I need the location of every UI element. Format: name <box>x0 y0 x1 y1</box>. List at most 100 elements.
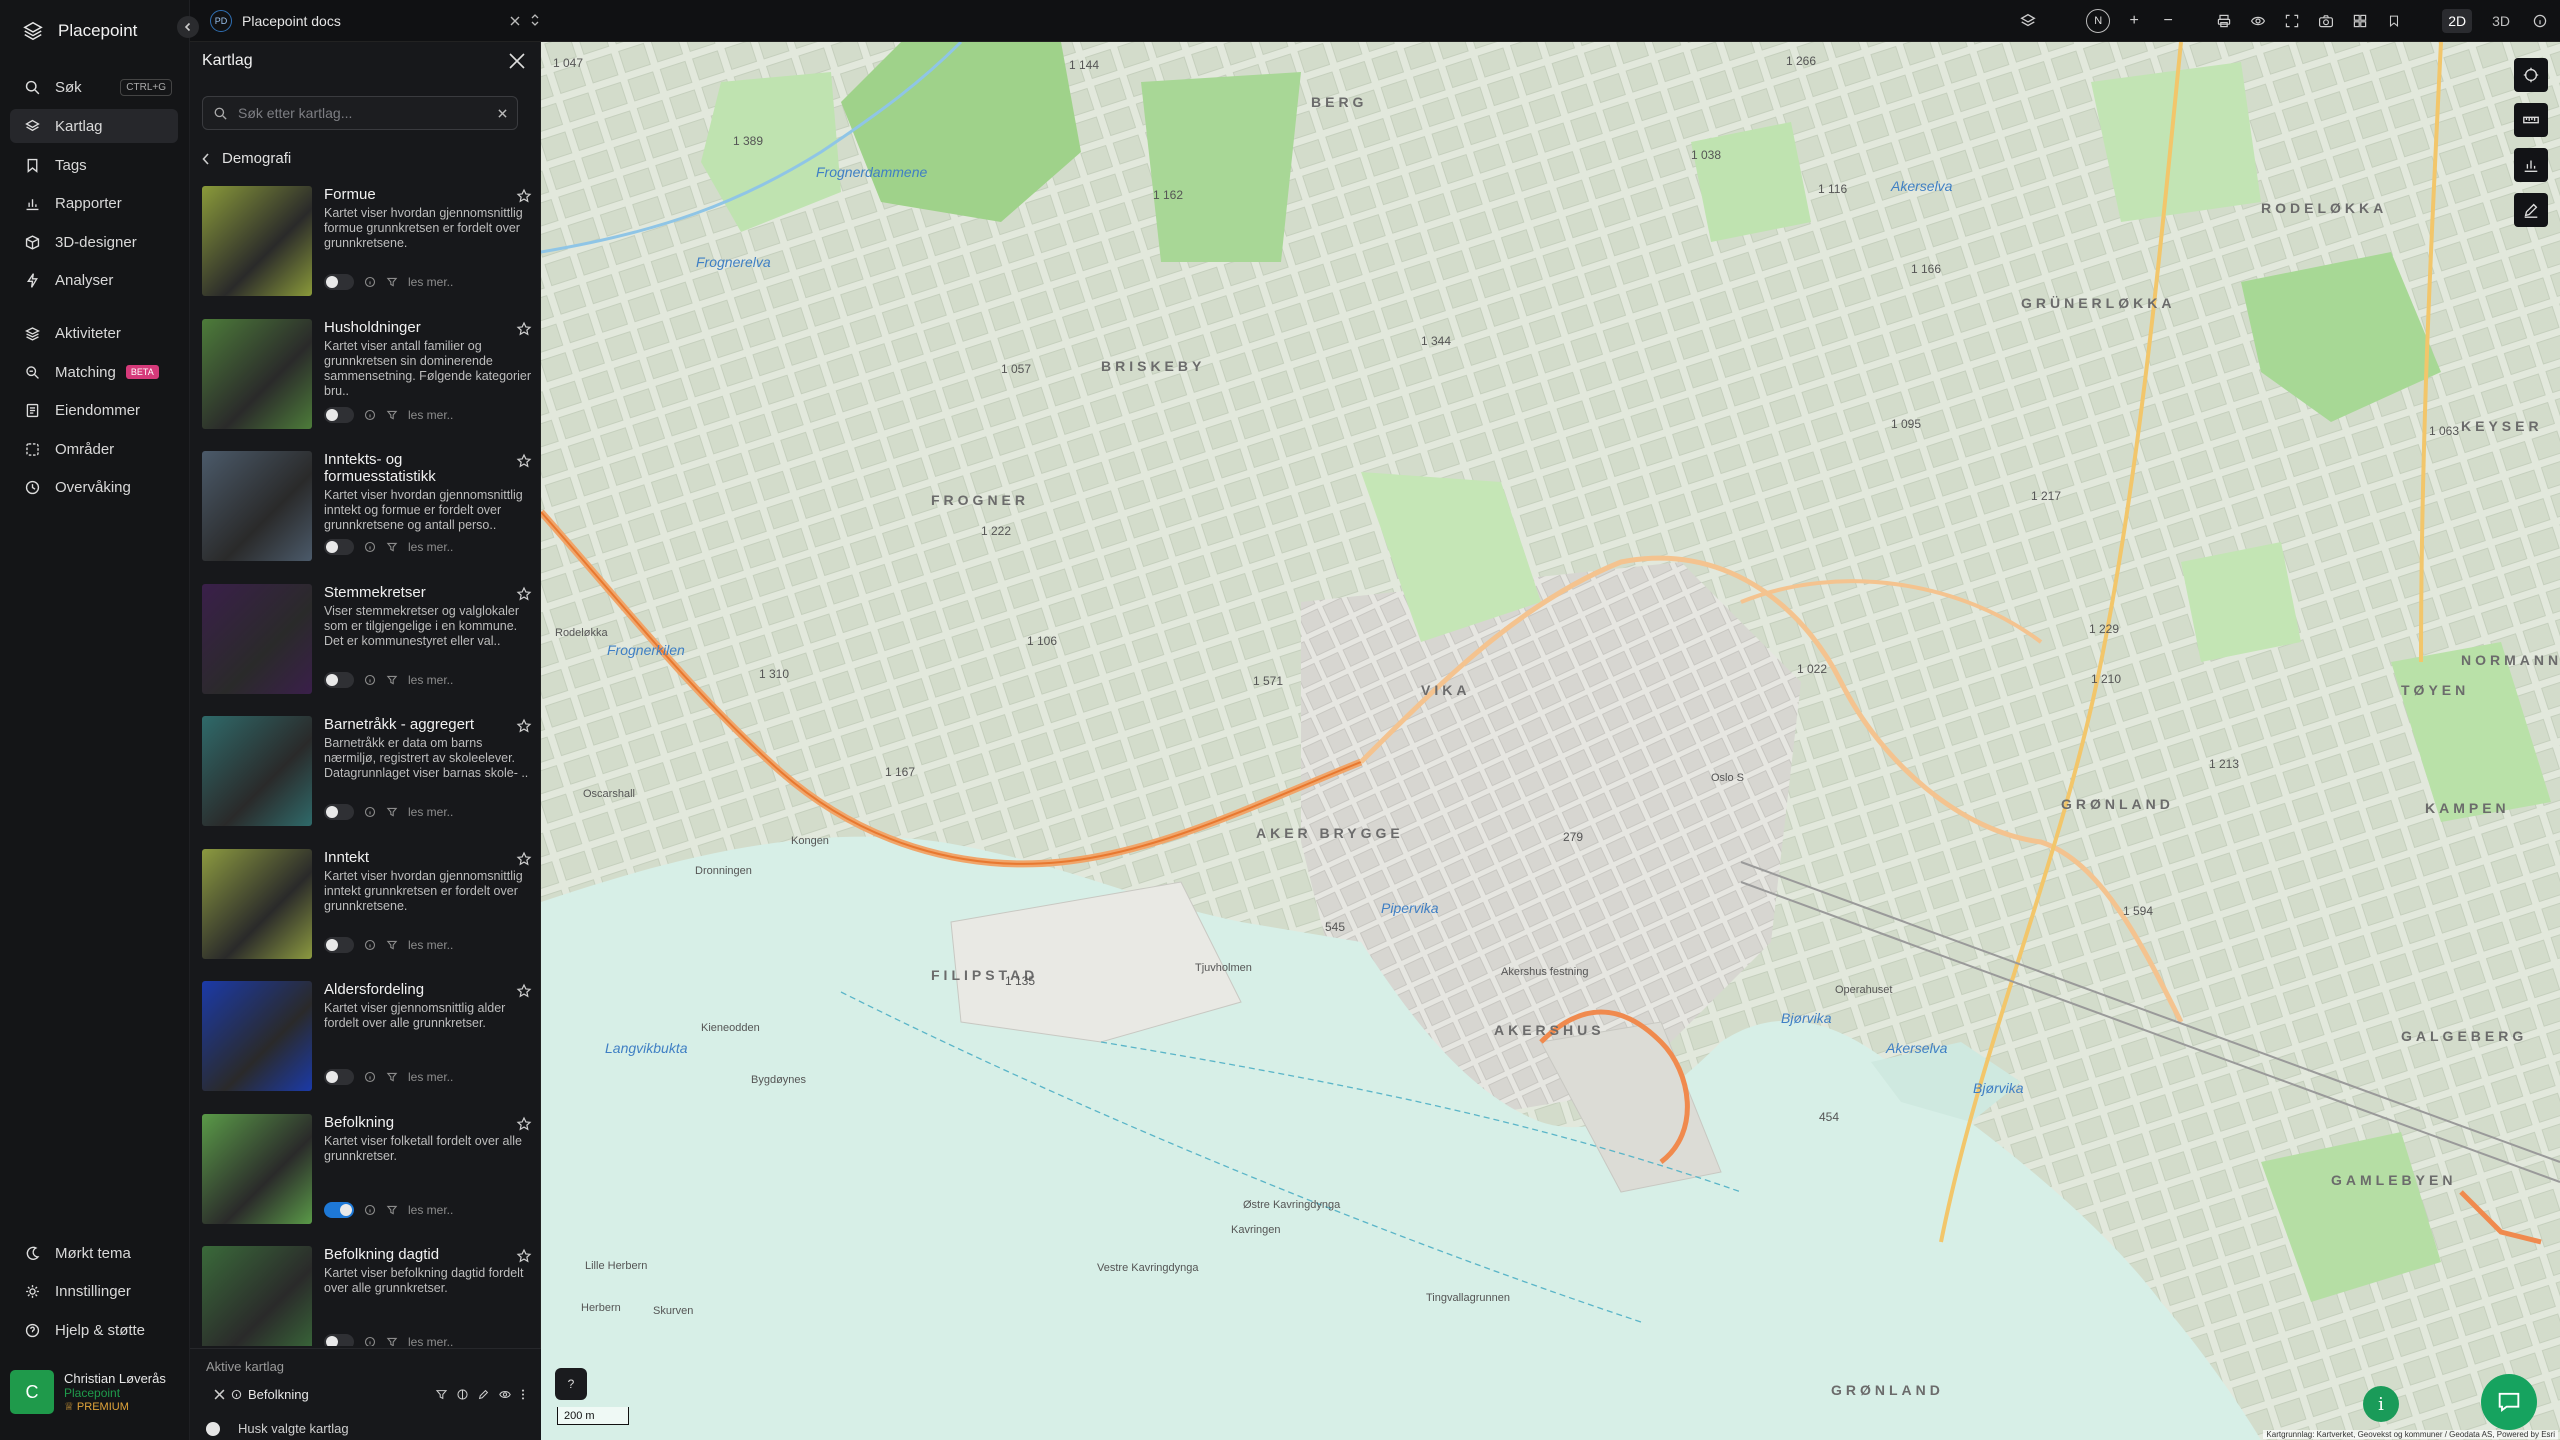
layer-toggle[interactable] <box>324 406 354 423</box>
nav-item-3d-designer[interactable]: 3D-designer <box>10 225 178 259</box>
nav-item-settings[interactable]: Innstillinger <box>10 1274 178 1308</box>
layer-item[interactable]: Inntekts- og formuesstatistikk Kartet vis… <box>202 451 532 584</box>
camera-icon[interactable] <box>2316 11 2336 31</box>
read-more-link[interactable]: les mer.. <box>408 540 453 554</box>
filter-icon[interactable] <box>386 541 398 553</box>
layer-item[interactable]: Stemmekretser Viser stemmekretser og valg… <box>202 583 532 717</box>
info-icon[interactable] <box>2530 11 2550 31</box>
brand[interactable]: Placepoint <box>22 20 137 42</box>
read-more-link[interactable]: les mer.. <box>408 1335 453 1346</box>
layer-toggle[interactable] <box>324 1069 354 1085</box>
nav-item-matching[interactable]: Matching BETA <box>10 355 178 389</box>
favorite-star-icon[interactable] <box>516 851 532 867</box>
layer-item[interactable]: Befolkning Kartet viser folketall fordelt… <box>202 1113 532 1247</box>
document-selector[interactable]: PD Placepoint docs <box>210 6 540 36</box>
info-icon[interactable] <box>364 1071 376 1083</box>
layer-toggle[interactable] <box>324 804 354 820</box>
nav-item-rapporter[interactable]: Rapporter <box>10 186 178 220</box>
filter-icon[interactable] <box>386 1071 398 1083</box>
layer-item[interactable]: Formue Kartet viser hvordan gjennomsnittl… <box>202 186 532 319</box>
favorite-star-icon[interactable] <box>516 586 532 602</box>
layer-toggle[interactable] <box>324 539 354 555</box>
favorite-star-icon[interactable] <box>516 983 532 999</box>
more-options-icon[interactable] <box>520 1388 526 1401</box>
filter-icon[interactable] <box>386 1204 398 1216</box>
mode-3d-button[interactable]: 3D <box>2486 9 2516 33</box>
layer-toggle[interactable] <box>324 1334 354 1346</box>
read-more-link[interactable]: les mer.. <box>408 408 453 422</box>
info-icon[interactable] <box>364 939 376 951</box>
compass-button[interactable]: N <box>2086 9 2111 33</box>
nav-item-tags[interactable]: Tags <box>10 148 178 182</box>
bookmark-map-icon[interactable] <box>2384 11 2404 31</box>
visibility-icon[interactable] <box>498 1388 512 1401</box>
eye-icon[interactable] <box>2248 11 2268 31</box>
nav-item-eiendommer[interactable]: Eiendommer <box>10 393 178 427</box>
layers-stack-icon[interactable] <box>2018 11 2038 31</box>
filter-icon[interactable] <box>386 939 398 951</box>
collapse-sidebar-button[interactable] <box>177 16 199 38</box>
info-icon[interactable] <box>364 276 376 288</box>
map-canvas[interactable]: BERG BRISKEBY FROGNER AKER BRYGGE FILIPS… <box>541 42 2560 1440</box>
fullscreen-icon[interactable] <box>2282 11 2302 31</box>
info-icon[interactable] <box>364 409 376 421</box>
read-more-link[interactable]: les mer.. <box>408 1070 453 1084</box>
print-icon[interactable] <box>2214 11 2234 31</box>
filter-icon[interactable] <box>386 409 398 421</box>
grid-icon[interactable] <box>2350 11 2370 31</box>
map-tool-draw[interactable] <box>2514 193 2548 227</box>
layer-item[interactable]: Inntekt Kartet viser hvordan gjennomsnitt… <box>202 848 532 982</box>
layer-search-input[interactable] <box>238 105 488 121</box>
info-icon[interactable] <box>364 1204 376 1216</box>
info-icon[interactable] <box>364 674 376 686</box>
layer-toggle[interactable] <box>324 936 354 953</box>
layer-item[interactable]: Befolkning dagtid Kartet viser befolkning… <box>202 1246 532 1346</box>
opacity-icon[interactable] <box>456 1388 469 1401</box>
nav-item-overvaking[interactable]: Overvåking <box>10 470 178 504</box>
layer-item[interactable]: Husholdninger Kartet viser antall familie… <box>202 318 532 452</box>
info-icon[interactable] <box>364 541 376 553</box>
layer-toggle[interactable] <box>324 274 354 290</box>
breadcrumb[interactable]: Demografi <box>202 150 291 167</box>
info-icon[interactable] <box>364 806 376 818</box>
remember-layers-option[interactable]: Husk valgte kartlag <box>206 1421 349 1436</box>
favorite-star-icon[interactable] <box>516 188 532 204</box>
layer-toggle[interactable] <box>324 671 354 688</box>
nav-item-dark-theme[interactable]: Mørkt tema <box>10 1236 178 1270</box>
remember-layers-toggle[interactable] <box>206 1421 220 1436</box>
favorite-star-icon[interactable] <box>516 321 532 337</box>
zoom-out-button[interactable]: − <box>2158 11 2178 31</box>
layer-item[interactable]: Aldersfordeling Kartet viser gjennomsnitt… <box>202 981 532 1114</box>
zoom-in-button[interactable]: + <box>2124 11 2144 31</box>
filter-icon[interactable] <box>386 276 398 288</box>
filter-icon[interactable] <box>435 1388 448 1401</box>
chat-button[interactable] <box>2481 1374 2537 1430</box>
favorite-star-icon[interactable] <box>516 1248 532 1264</box>
map-help-button[interactable]: ? <box>555 1368 587 1400</box>
favorite-star-icon[interactable] <box>516 1116 532 1132</box>
remove-layer-icon[interactable] <box>214 1389 225 1400</box>
nav-item-help[interactable]: Hjelp & støtte <box>10 1313 178 1347</box>
mode-2d-button[interactable]: 2D <box>2442 9 2473 33</box>
read-more-link[interactable]: les mer.. <box>408 938 453 952</box>
filter-icon[interactable] <box>386 1336 398 1346</box>
read-more-link[interactable]: les mer.. <box>408 805 453 819</box>
close-document-icon[interactable] <box>510 13 520 29</box>
nav-item-kartlag[interactable]: Kartlag <box>10 109 178 143</box>
expand-icon[interactable] <box>530 13 540 30</box>
nav-item-omrader[interactable]: Områder <box>10 432 178 466</box>
nav-item-analyser[interactable]: Analyser <box>10 263 178 297</box>
user-profile[interactable]: C Christian Løverås Placepoint ♕ PREMIUM <box>10 1362 180 1422</box>
filter-icon[interactable] <box>386 806 398 818</box>
edit-icon[interactable] <box>477 1388 490 1401</box>
info-icon[interactable] <box>364 1336 376 1346</box>
favorite-star-icon[interactable] <box>516 453 532 469</box>
map-tool-measure[interactable] <box>2514 103 2548 137</box>
read-more-link[interactable]: les mer.. <box>408 673 453 687</box>
layer-toggle[interactable] <box>324 1201 354 1218</box>
info-icon[interactable] <box>231 1389 242 1400</box>
map-tool-select[interactable] <box>2514 58 2548 92</box>
read-more-link[interactable]: les mer.. <box>408 1203 453 1217</box>
close-panel-button[interactable] <box>508 52 528 72</box>
map-info-button[interactable]: i <box>2363 1386 2399 1422</box>
